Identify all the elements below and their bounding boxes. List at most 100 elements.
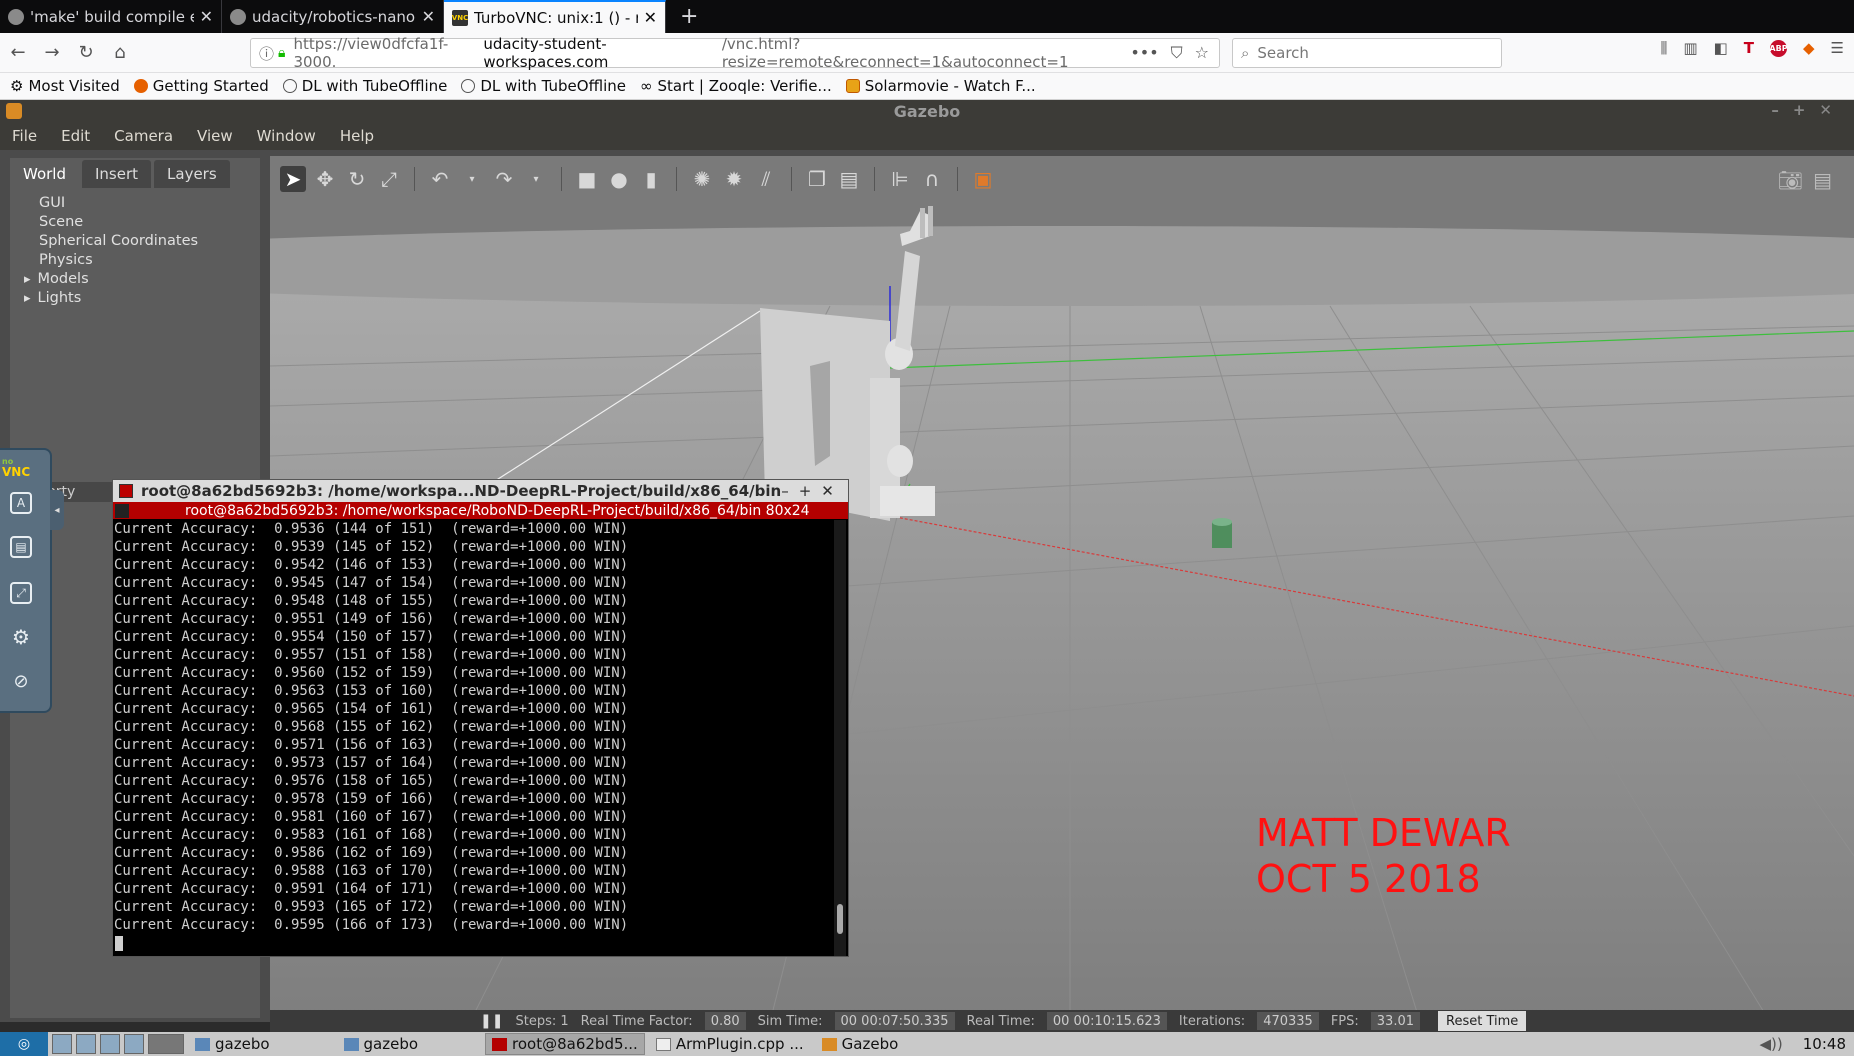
iterations-label: Iterations: — [1178, 1013, 1246, 1029]
menu-window[interactable]: Window — [245, 127, 328, 145]
forward-icon[interactable]: → — [36, 37, 68, 69]
bookmark-tubeoffline-2[interactable]: DL with TubeOffline — [461, 77, 626, 95]
launcher-icon[interactable] — [100, 1034, 120, 1054]
spot-light-icon[interactable]: ✹ — [721, 166, 747, 192]
reset-time-button[interactable]: Reset Time — [1438, 1011, 1527, 1031]
clipboard-icon[interactable]: ▤ — [10, 536, 32, 558]
undo-icon[interactable]: ↶ — [427, 166, 453, 192]
page-actions-icon[interactable]: ••• — [1130, 43, 1158, 63]
terminal-scrollbar[interactable] — [834, 520, 846, 956]
extension-t-icon[interactable]: T — [1744, 39, 1754, 57]
bookmark-solarmovie[interactable]: Solarmovie - Watch F... — [845, 77, 1036, 95]
browser-tab-1[interactable]: 'make' build compile err ✕ — [0, 0, 222, 33]
launcher-icon[interactable] — [52, 1034, 72, 1054]
align-icon[interactable]: ⊫ — [887, 166, 913, 192]
tab-insert[interactable]: Insert — [82, 160, 152, 188]
close-tab-icon[interactable]: ✕ — [644, 8, 657, 27]
reader-icon[interactable]: ▥ — [1683, 39, 1697, 57]
sidebar-icon[interactable]: ◧ — [1714, 39, 1728, 57]
terminal-line: Current Accuracy: 0.9595 (166 of 173) (r… — [114, 917, 629, 933]
pause-icon[interactable]: ❚❚ — [480, 1013, 503, 1029]
task-gazebo-folder-1[interactable]: gazebo — [188, 1033, 277, 1055]
volume-icon[interactable]: ◀︎)) — [1760, 1035, 1783, 1053]
translate-mode-icon[interactable]: ✥ — [312, 166, 338, 192]
tree-item-lights[interactable]: Lights — [24, 289, 198, 308]
sim-time-label: Sim Time: — [757, 1013, 823, 1029]
tree-item-physics[interactable]: Physics — [24, 251, 198, 270]
bookmark-tubeoffline-1[interactable]: DL with TubeOffline — [282, 77, 447, 95]
bookmark-most-visited[interactable]: ⚙ Most Visited — [10, 77, 120, 95]
tree-item-gui[interactable]: GUI — [24, 194, 198, 213]
paste-icon[interactable]: ▤ — [836, 166, 862, 192]
view-angle-icon[interactable]: ▣ — [970, 166, 996, 192]
menu-file[interactable]: File — [0, 127, 49, 145]
disconnect-icon[interactable]: ⊘ — [10, 670, 32, 692]
extension-fox-icon[interactable]: ◆ — [1803, 39, 1815, 57]
tab-layers[interactable]: Layers — [154, 160, 230, 188]
keyboard-icon[interactable]: A — [10, 492, 32, 514]
menu-edit[interactable]: Edit — [49, 127, 102, 145]
copy-icon[interactable]: ❐ — [804, 166, 830, 192]
launcher-icon[interactable] — [76, 1034, 96, 1054]
directional-light-icon[interactable]: ⫽ — [753, 166, 779, 192]
camera-icon[interactable]: 📷︎ — [1778, 168, 1803, 192]
pocket-icon[interactable]: ⛉ — [1171, 43, 1183, 63]
terminal-scroll-thumb[interactable] — [837, 904, 843, 934]
select-mode-icon[interactable]: ➤ — [280, 166, 306, 192]
reload-icon[interactable]: ↻ — [70, 37, 102, 69]
close-tab-icon[interactable]: ✕ — [200, 7, 213, 26]
start-menu-icon[interactable]: ◎ — [0, 1032, 48, 1056]
desktop-pager[interactable] — [148, 1034, 184, 1054]
bookmark-getting-started[interactable]: Getting Started — [133, 77, 269, 95]
task-terminal[interactable]: root@8a62bd5... — [485, 1033, 645, 1055]
log-icon[interactable]: ▤ — [1813, 168, 1832, 192]
browser-tab-2[interactable]: udacity/robotics-nanod ✕ — [222, 0, 444, 33]
new-tab-button[interactable]: + — [666, 0, 712, 33]
menu-icon[interactable]: ☰ — [1831, 39, 1844, 57]
tree-item-spherical-coordinates[interactable]: Spherical Coordinates — [24, 232, 198, 251]
tree-item-scene[interactable]: Scene — [24, 213, 198, 232]
redo-icon[interactable]: ↷ — [491, 166, 517, 192]
url-bar[interactable]: ⓘ 🔒︎ https://view0dfcfa1f-3000. udacity-s… — [250, 35, 1220, 71]
scene-toolbar: ➤ ✥ ↻ ⤢ ↶ ▾ ↷ ▾ ■ ● ▮ ✺ ✹ ⫽ ❐ ▤ ⊫ ∩ ▣ — [270, 160, 1854, 198]
sphere-shape-icon[interactable]: ● — [606, 166, 632, 192]
bookmark-label: Most Visited — [28, 77, 120, 95]
window-controls[interactable]: –+✕ — [1771, 101, 1846, 119]
snap-icon[interactable]: ∩ — [919, 166, 945, 192]
redo-history-icon[interactable]: ▾ — [523, 166, 549, 192]
close-tab-icon[interactable]: ✕ — [422, 7, 435, 26]
tab-world[interactable]: World — [10, 160, 79, 188]
point-light-icon[interactable]: ✺ — [689, 166, 715, 192]
settings-gear-icon[interactable]: ⚙ — [10, 625, 32, 649]
undo-history-icon[interactable]: ▾ — [459, 166, 485, 192]
library-icon[interactable]: ⫼ — [1660, 39, 1667, 57]
terminal-window[interactable]: root@8a62bd5692b3: /home/workspa...ND-De… — [112, 479, 849, 957]
browser-tab-3[interactable]: VNC TurboVNC: unix:1 () - no ✕ — [444, 0, 666, 33]
back-icon[interactable]: ← — [2, 37, 34, 69]
cylinder-shape-icon[interactable]: ▮ — [638, 166, 664, 192]
rotate-mode-icon[interactable]: ↻ — [344, 166, 370, 192]
menu-camera[interactable]: Camera — [102, 127, 185, 145]
bookmark-star-icon[interactable]: ☆ — [1195, 43, 1209, 63]
bookmark-zooqle[interactable]: ∞ Start | Zooqle: Verifie... — [640, 77, 832, 95]
box-shape-icon[interactable]: ■ — [574, 166, 600, 192]
gazebo-window-title: Gazebo — [893, 101, 961, 121]
info-icon[interactable]: ⓘ — [259, 43, 274, 64]
adblock-icon[interactable]: ABP — [1769, 39, 1788, 57]
launcher-icon[interactable] — [124, 1034, 144, 1054]
task-gazebo-folder-2[interactable]: gazebo — [337, 1033, 426, 1055]
fullscreen-icon[interactable]: ⤢ — [10, 582, 32, 604]
terminal-output[interactable]: Current Accuracy: 0.9536 (144 of 151) (r… — [113, 520, 833, 956]
screenshot-controls: 📷︎ ▤ — [1778, 168, 1832, 192]
search-input[interactable]: ⌕ Search — [1232, 38, 1502, 68]
gazebo-logo-icon — [6, 103, 22, 119]
home-icon[interactable]: ⌂ — [104, 37, 136, 69]
task-gazebo-app[interactable]: Gazebo — [815, 1033, 906, 1055]
terminal-window-controls[interactable]: –+✕ — [781, 482, 848, 500]
tree-item-models[interactable]: Models — [24, 270, 198, 289]
task-armplugin[interactable]: ArmPlugin.cpp ... — [649, 1033, 811, 1055]
scale-mode-icon[interactable]: ⤢ — [376, 166, 402, 192]
menu-view[interactable]: View — [185, 127, 245, 145]
novnc-handle[interactable]: ◂ — [50, 490, 64, 530]
menu-help[interactable]: Help — [328, 127, 386, 145]
